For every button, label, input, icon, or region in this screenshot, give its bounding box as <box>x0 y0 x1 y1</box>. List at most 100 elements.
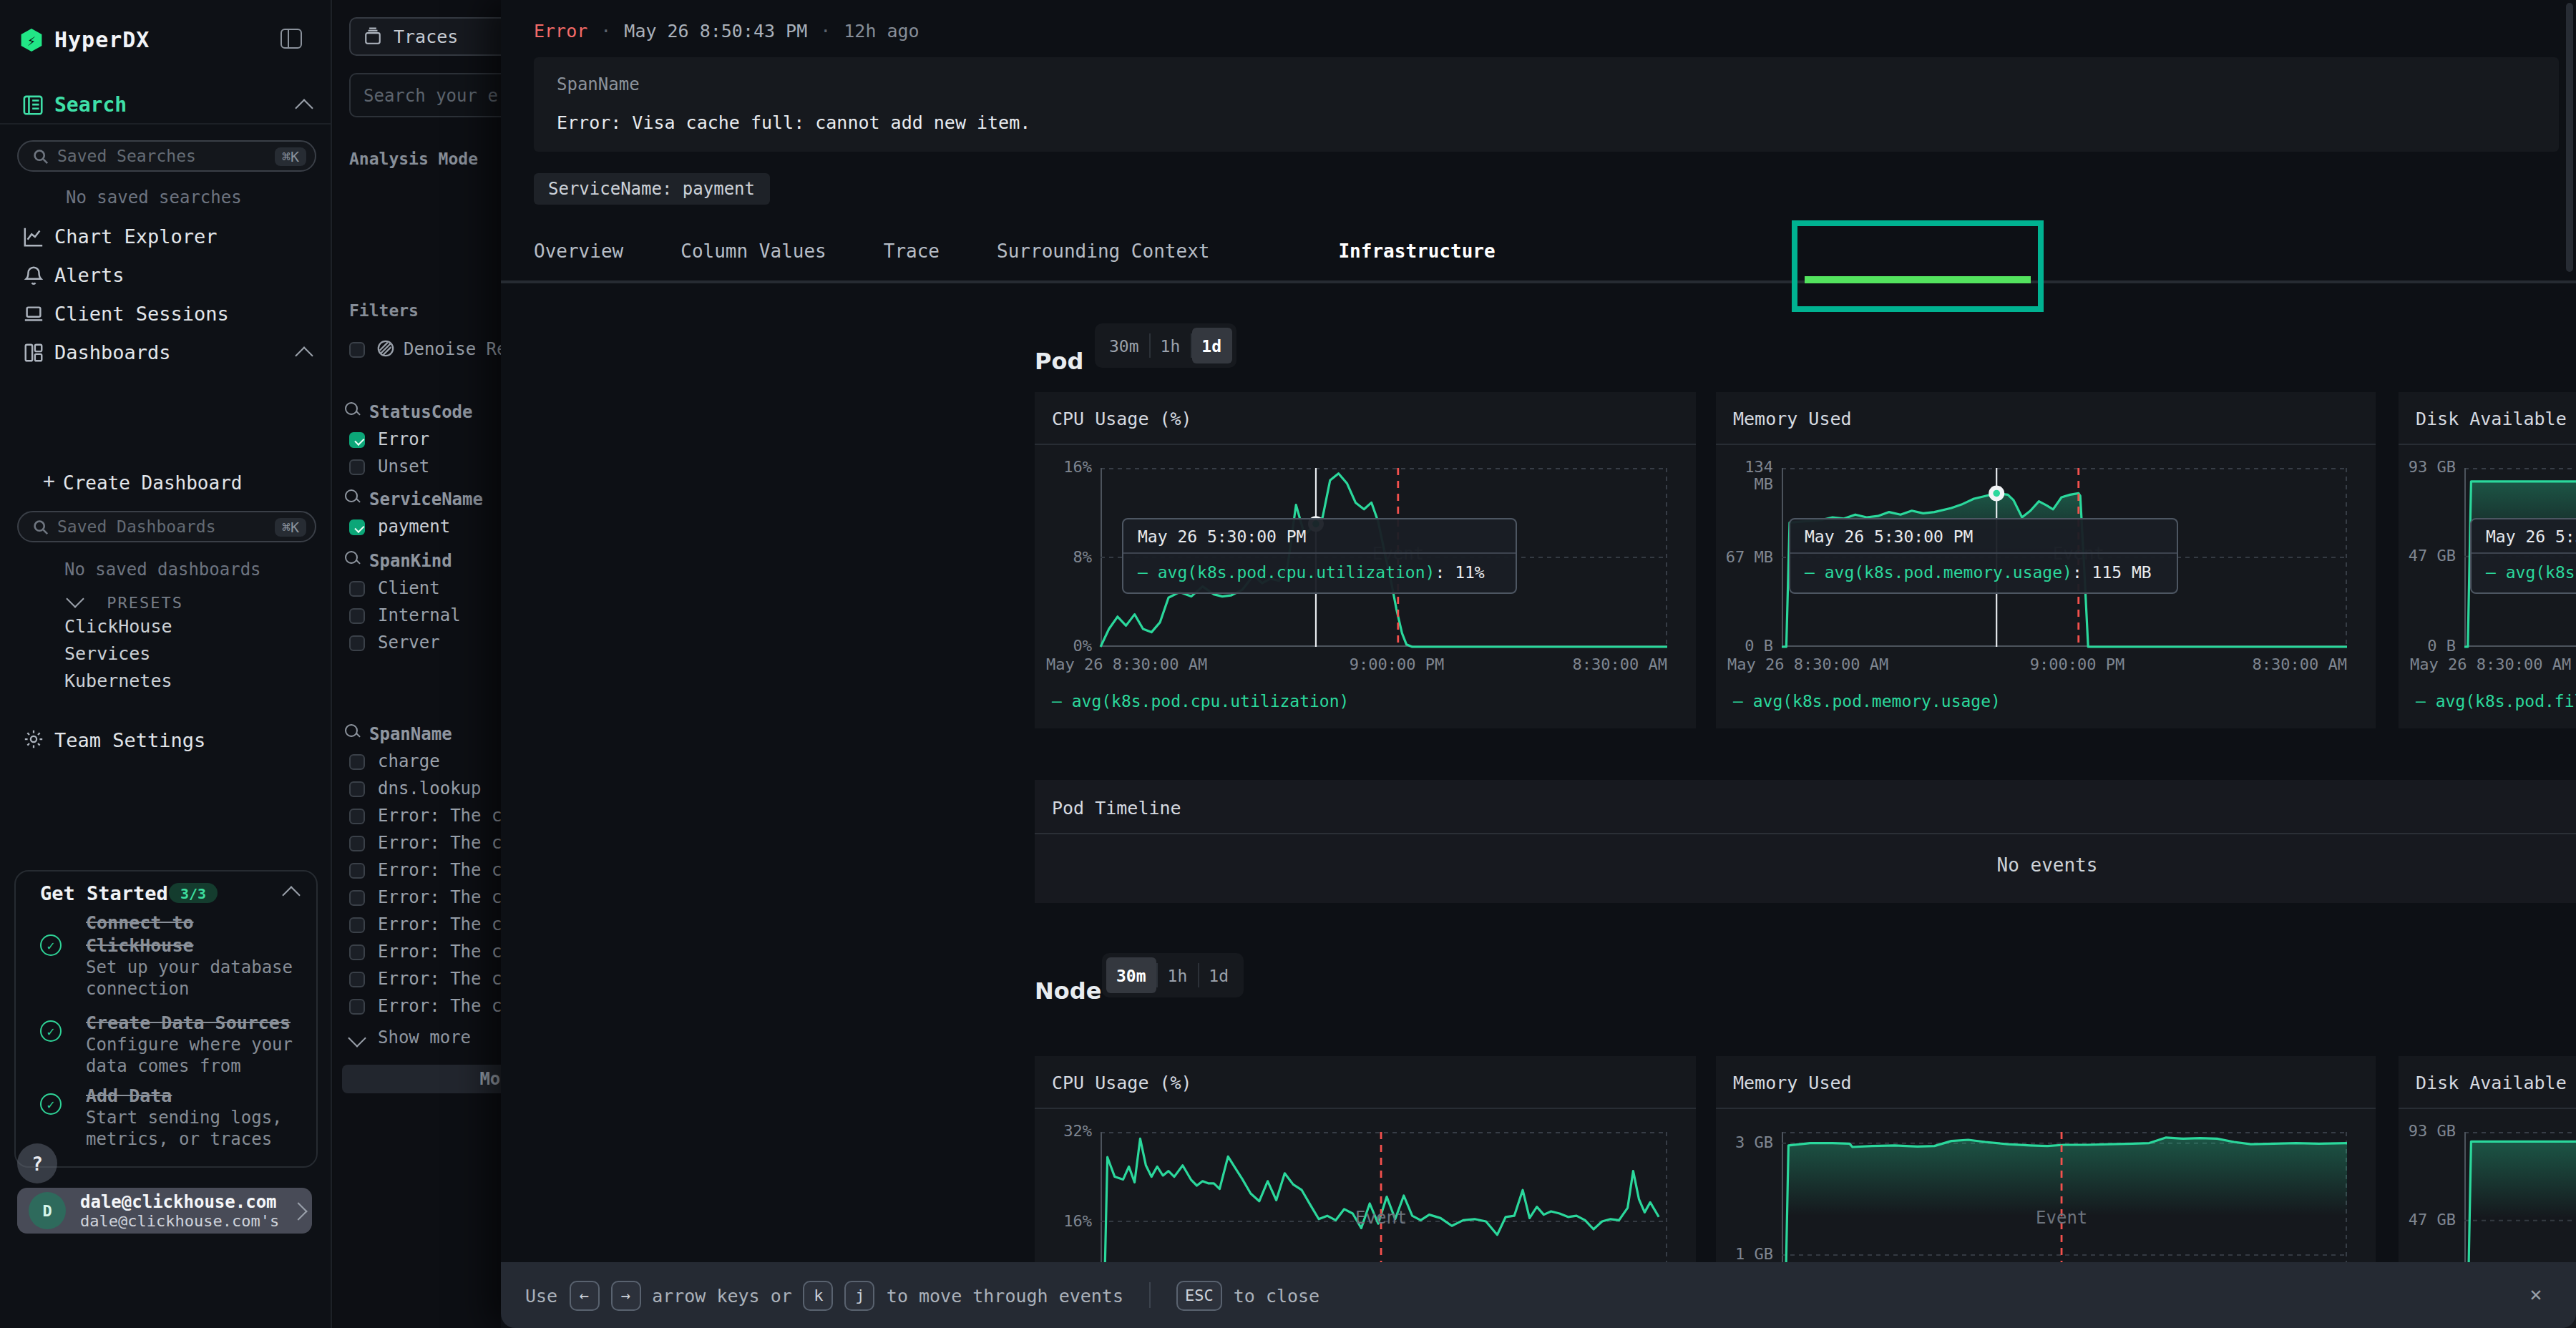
chevron-up-icon[interactable] <box>282 886 300 904</box>
checkbox-unchecked[interactable] <box>349 341 365 357</box>
y-axis-label: 93 GB <box>2399 1123 2456 1141</box>
search-icon <box>345 724 359 738</box>
x-axis-label: 9:00:00 PM <box>1350 655 1444 674</box>
collapse-sidebar-icon[interactable] <box>280 29 302 49</box>
search-filters-panel: Traces Search your e Analysis Mode Resul… <box>333 0 501 1328</box>
filter-option[interactable]: Server <box>333 630 501 657</box>
sidebar-item-chart-explorer[interactable]: Chart Explorer <box>0 218 332 255</box>
checkbox-checked[interactable] <box>349 519 365 534</box>
filter-option[interactable]: Error: The cr <box>333 966 501 993</box>
sidebar-item-team-settings[interactable]: Team Settings <box>0 721 332 758</box>
sidebar-item-alerts[interactable]: Alerts <box>0 256 332 293</box>
filter-option[interactable]: Error: The cr <box>333 993 501 1020</box>
filter-option[interactable]: Error: The cr <box>333 884 501 912</box>
chart-tooltip: May 26 5:30:00 PM — avg(k8s.pod.filesyst… <box>2470 518 2576 594</box>
filter-option[interactable]: dns.lookup <box>333 776 501 803</box>
chevron-up-icon <box>295 346 313 364</box>
chart-title: CPU Usage (%) <box>1052 408 1192 429</box>
chart-legend: — avg(k8s.pod.cpu.utilization) <box>1052 691 1349 711</box>
check-circle-icon: ✓ <box>40 934 62 956</box>
checkbox-unchecked[interactable] <box>349 635 365 650</box>
checkbox-unchecked[interactable] <box>349 753 365 769</box>
filter-option[interactable]: Error: The cr <box>333 939 501 966</box>
node-ranges-1h[interactable]: 1h <box>1158 957 1198 993</box>
tab-overview[interactable]: Overview <box>517 220 640 280</box>
arrow-right-key[interactable]: → <box>610 1280 640 1310</box>
create-dashboard-button[interactable]: + Create Dashboard <box>0 465 332 502</box>
x-axis-label: 8:30:00 AM <box>2253 655 2347 674</box>
pod-ranges-1h[interactable]: 1h <box>1151 328 1191 363</box>
scrollbar-thumb[interactable] <box>2566 3 2573 272</box>
user-menu[interactable]: D dale@clickhouse.com dale@clickhouse.co… <box>17 1188 312 1234</box>
esc-key[interactable]: ESC <box>1176 1280 1222 1310</box>
sidebar-item-dashboards[interactable]: Dashboards <box>0 333 332 371</box>
span-name-label: SpanName <box>557 74 640 94</box>
preset-services[interactable]: Services <box>64 643 150 664</box>
filter-option[interactable]: Client <box>333 575 501 602</box>
sidebar: ⚡ HyperDX Search Saved Searches ⌘K No sa… <box>0 0 332 1328</box>
tab-surrounding-context[interactable]: Surrounding Context <box>980 220 1226 280</box>
search-section-icon <box>23 94 44 116</box>
node-ranges-30m[interactable]: 30m <box>1106 957 1156 993</box>
checkbox-unchecked[interactable] <box>349 944 365 960</box>
j-key[interactable]: j <box>845 1280 875 1310</box>
close-icon[interactable]: ✕ <box>2524 1282 2547 1305</box>
checkbox-unchecked[interactable] <box>349 781 365 796</box>
event-search-input[interactable]: Search your e <box>349 73 501 117</box>
arrow-left-key[interactable]: ← <box>569 1280 599 1310</box>
sidebar-item-client-sessions[interactable]: Client Sessions <box>0 295 332 332</box>
source-select[interactable]: Traces <box>349 17 501 56</box>
denoise-toggle[interactable]: Denoise Re <box>333 336 501 363</box>
pod-ranges-30m[interactable]: 30m <box>1099 328 1149 363</box>
event-annotation-label: Event <box>2036 1207 2087 1227</box>
sidebar-item-search[interactable]: Search <box>0 86 332 129</box>
checkbox-unchecked[interactable] <box>349 835 365 851</box>
chart-title: Memory Used <box>1733 1072 1852 1093</box>
chart-title: CPU Usage (%) <box>1052 1072 1192 1093</box>
filter-option[interactable]: Error: The cr <box>333 857 501 884</box>
search-icon <box>33 519 49 534</box>
saved-dashboards-input[interactable]: Saved Dashboards ⌘K <box>17 511 316 542</box>
preset-kubernetes[interactable]: Kubernetes <box>64 670 172 691</box>
y-axis-label: 32% <box>1035 1123 1092 1141</box>
checkbox-unchecked[interactable] <box>349 862 365 878</box>
show-more-toggle[interactable]: Show more <box>333 1025 501 1052</box>
check-circle-icon: ✓ <box>40 1093 62 1115</box>
checkbox-unchecked[interactable] <box>349 607 365 623</box>
filter-option[interactable]: Unset <box>333 454 501 481</box>
checkbox-checked[interactable] <box>349 431 365 447</box>
filter-option[interactable]: payment <box>333 514 501 541</box>
checkbox-unchecked[interactable] <box>349 917 365 932</box>
tab-column-values[interactable]: Column Values <box>663 220 844 280</box>
app-root: ⚡ HyperDX Search Saved Searches ⌘K No sa… <box>0 0 2576 1328</box>
filter-option[interactable]: Error: The cr <box>333 830 501 857</box>
presets-toggle[interactable]: PRESETS <box>69 587 183 614</box>
filter-option[interactable]: charge <box>333 748 501 776</box>
severity-badge: Error <box>534 20 587 42</box>
dashboards-icon <box>23 342 44 363</box>
checkbox-unchecked[interactable] <box>349 459 365 474</box>
service-tag[interactable]: ServiceName: payment <box>534 173 769 205</box>
checkbox-unchecked[interactable] <box>349 998 365 1014</box>
checkbox-unchecked[interactable] <box>349 971 365 987</box>
help-button[interactable]: ? <box>17 1143 57 1183</box>
k-key[interactable]: k <box>804 1280 834 1310</box>
checkbox-unchecked[interactable] <box>349 580 365 596</box>
filter-option[interactable]: Error <box>333 426 501 454</box>
search-icon <box>33 148 49 164</box>
node-ranges-1d[interactable]: 1d <box>1199 957 1239 993</box>
laptop-icon <box>23 303 44 325</box>
pod-ranges-1d[interactable]: 1d <box>1191 328 1231 363</box>
filter-option[interactable]: Error: The cr <box>333 912 501 939</box>
filter-option[interactable]: Error: The cr <box>333 803 501 830</box>
filter-option[interactable]: Internal <box>333 602 501 630</box>
tab-trace[interactable]: Trace <box>867 220 957 280</box>
gear-icon <box>23 728 44 750</box>
tab-infrastructure[interactable]: Infrastructure <box>1304 220 1529 280</box>
check-circle-icon: ✓ <box>40 1020 62 1042</box>
more-filters-button[interactable]: More fil <box>342 1065 501 1093</box>
checkbox-unchecked[interactable] <box>349 808 365 824</box>
preset-clickhouse[interactable]: ClickHouse <box>64 615 172 637</box>
checkbox-unchecked[interactable] <box>349 889 365 905</box>
saved-searches-input[interactable]: Saved Searches ⌘K <box>17 140 316 172</box>
